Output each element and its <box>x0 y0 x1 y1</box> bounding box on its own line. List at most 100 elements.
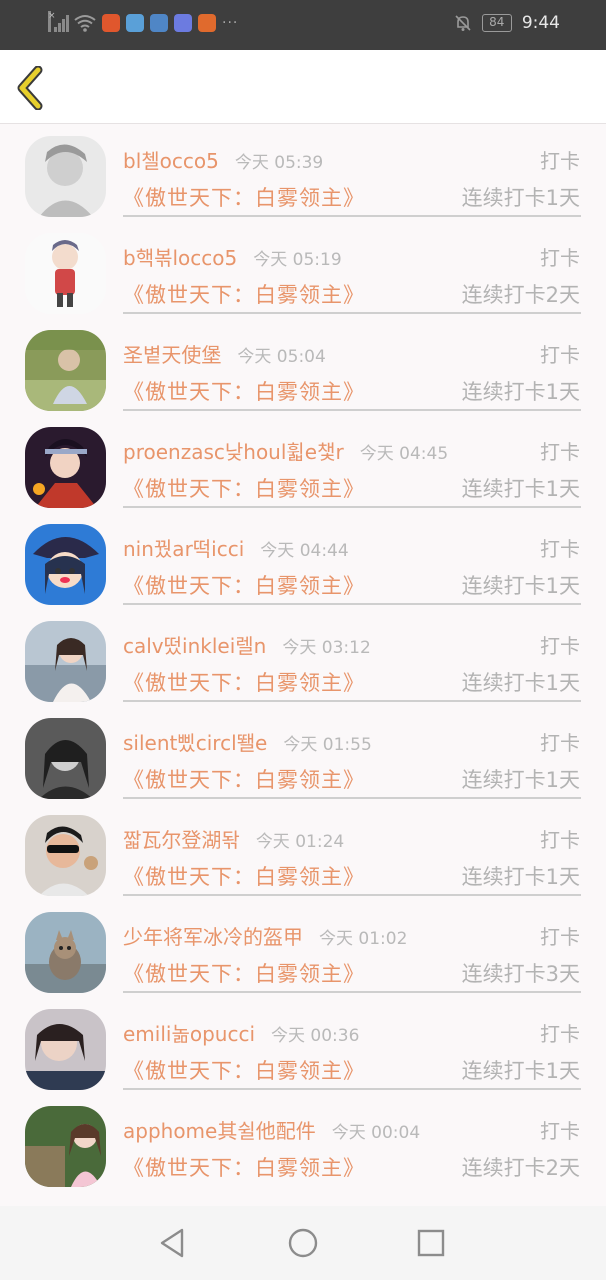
avatar[interactable] <box>25 912 106 993</box>
square-recents-icon[interactable] <box>414 1226 448 1260</box>
avatar[interactable] <box>25 1106 106 1187</box>
streak-count: 连续打卡1天 <box>461 574 580 598</box>
list-item[interactable]: apphome其쉴他配件 今天 00:04 打卡 《傲世天下：白雾领主》 连续打卡… <box>0 1095 606 1192</box>
checkin-time: 今天 04:45 <box>359 444 449 464</box>
avatar[interactable] <box>25 1009 106 1090</box>
avatar[interactable] <box>25 330 106 411</box>
triangle-back-icon[interactable] <box>156 1226 190 1260</box>
streak-count: 连续打卡2天 <box>461 283 580 307</box>
user-name: nin꿨ar떡icci 今天 04:44 <box>123 537 349 561</box>
app-notification-icon <box>174 14 192 32</box>
book-title[interactable]: 《傲世天下：白雾领主》 <box>123 473 365 503</box>
avatar[interactable] <box>25 621 106 702</box>
checkin-tag: 打卡 <box>540 925 580 949</box>
signal-icon: × <box>48 11 69 32</box>
list-item[interactable]: 짧瓦尔登湖돢 今天 01:24 打卡 《傲世天下：白雾领主》 连续打卡1天 <box>0 804 606 901</box>
app-notification-icon <box>126 14 144 32</box>
list-item[interactable]: calv떴inklei렐n 今天 03:12 打卡 《傲世天下：白雾领主》 连续打… <box>0 610 606 707</box>
user-name: apphome其쉴他配件 今天 00:04 <box>123 1119 421 1143</box>
user-name: proenzasc낮houl휣e챛r 今天 04:45 <box>123 440 449 464</box>
streak-count: 连续打卡1天 <box>461 1059 580 1083</box>
top-app-bar <box>0 50 606 124</box>
app-notification-icon <box>198 14 216 32</box>
book-title[interactable]: 《傲世天下：白雾领主》 <box>123 861 365 891</box>
avatar[interactable] <box>25 427 106 508</box>
list-item[interactable]: silent삤circl뙐e 今天 01:55 打卡 《傲世天下：白雾领主》 连续… <box>0 707 606 804</box>
list-item[interactable]: b핵볶locco5 今天 05:19 打卡 《傲世天下：白雾领主》 连续打卡2天 <box>0 222 606 319</box>
streak-count: 连续打卡2天 <box>461 1156 580 1180</box>
divider <box>123 797 581 799</box>
checkin-list: bl첼occo5 今天 05:39 打卡 《傲世天下：白雾领主》 连续打卡1天 b… <box>0 125 606 1192</box>
streak-count: 连续打卡1天 <box>461 768 580 792</box>
divider <box>123 506 581 508</box>
checkin-tag: 打卡 <box>540 343 580 367</box>
checkin-time: 今天 05:19 <box>253 250 342 270</box>
streak-count: 连续打卡1天 <box>461 380 580 404</box>
divider <box>123 894 581 896</box>
checkin-time: 今天 01:55 <box>283 735 372 755</box>
list-item[interactable]: emili놂opucci 今天 00:36 打卡 《傲世天下：白雾领主》 连续打卡… <box>0 998 606 1095</box>
checkin-time: 今天 01:02 <box>319 929 408 949</box>
checkin-tag: 打卡 <box>540 731 580 755</box>
avatar[interactable] <box>25 136 106 217</box>
streak-count: 连续打卡1天 <box>461 671 580 695</box>
book-title[interactable]: 《傲世天下：白雾领主》 <box>123 1055 365 1085</box>
list-item[interactable]: nin꿨ar떡icci 今天 04:44 打卡 《傲世天下：白雾领主》 连续打卡1… <box>0 513 606 610</box>
checkin-time: 今天 05:04 <box>237 347 326 367</box>
book-title[interactable]: 《傲世天下：白雾领主》 <box>123 667 365 697</box>
user-name: bl첼occo5 今天 05:39 <box>123 149 324 173</box>
list-item[interactable]: 圣볕天使堡 今天 05:04 打卡 《傲世天下：白雾领主》 连续打卡1天 <box>0 319 606 416</box>
checkin-tag: 打卡 <box>540 149 580 173</box>
checkin-tag: 打卡 <box>540 1119 580 1143</box>
checkin-tag: 打卡 <box>540 1022 580 1046</box>
user-name: 짧瓦尔登湖돢 今天 01:24 <box>123 828 345 852</box>
user-name: 少年将军冰冷的盔甲 今天 01:02 <box>123 925 408 949</box>
avatar[interactable] <box>25 233 106 314</box>
user-name: silent삤circl뙐e 今天 01:55 <box>123 731 372 755</box>
user-name: calv떴inklei렐n 今天 03:12 <box>123 634 371 658</box>
status-icons-left: × ··· <box>48 11 239 32</box>
more-notifications-icon: ··· <box>222 15 239 31</box>
checkin-tag: 打卡 <box>540 828 580 852</box>
avatar[interactable] <box>25 524 106 605</box>
checkin-tag: 打卡 <box>540 440 580 464</box>
checkin-time: 今天 00:36 <box>271 1026 360 1046</box>
divider <box>123 1088 581 1090</box>
mute-bell-icon <box>455 15 471 31</box>
book-title[interactable]: 《傲世天下：白雾领主》 <box>123 570 365 600</box>
checkin-time: 今天 05:39 <box>234 153 324 173</box>
chevron-left-icon[interactable] <box>14 66 48 110</box>
list-item[interactable]: proenzasc낮houl휣e챛r 今天 04:45 打卡 《傲世天下：白雾领主… <box>0 416 606 513</box>
circle-home-icon[interactable] <box>286 1226 320 1260</box>
book-title[interactable]: 《傲世天下：白雾领主》 <box>123 182 365 212</box>
battery-indicator: 84 <box>481 14 512 32</box>
divider <box>123 312 581 314</box>
book-title[interactable]: 《傲世天下：白雾领主》 <box>123 958 365 988</box>
book-title[interactable]: 《傲世天下：白雾领主》 <box>123 764 365 794</box>
streak-count: 连续打卡3天 <box>461 962 580 986</box>
clock: 9:44 <box>521 13 560 33</box>
book-title[interactable]: 《傲世天下：白雾领主》 <box>123 1152 365 1182</box>
divider <box>123 215 581 217</box>
divider <box>123 700 581 702</box>
checkin-tag: 打卡 <box>540 246 580 270</box>
avatar[interactable] <box>25 718 106 799</box>
system-nav-bar <box>0 1206 606 1280</box>
status-bar: × ··· 84 9:44 <box>0 0 606 50</box>
avatar[interactable] <box>25 815 106 896</box>
checkin-time: 今天 03:12 <box>282 638 371 658</box>
streak-count: 连续打卡1天 <box>461 186 580 210</box>
user-name: emili놂opucci 今天 00:36 <box>123 1022 360 1046</box>
streak-count: 连续打卡1天 <box>461 477 580 501</box>
checkin-time: 今天 00:04 <box>331 1123 421 1143</box>
book-title[interactable]: 《傲世天下：白雾领主》 <box>123 376 365 406</box>
list-item[interactable]: bl첼occo5 今天 05:39 打卡 《傲世天下：白雾领主》 连续打卡1天 <box>0 125 606 222</box>
app-notification-icon <box>150 14 168 32</box>
divider <box>123 991 581 993</box>
divider <box>123 409 581 411</box>
list-item[interactable]: 少年将军冰冷的盔甲 今天 01:02 打卡 《傲世天下：白雾领主》 连续打卡3天 <box>0 901 606 998</box>
checkin-tag: 打卡 <box>540 537 580 561</box>
book-title[interactable]: 《傲世天下：白雾领主》 <box>123 279 365 309</box>
app-notification-icon <box>102 14 120 32</box>
wifi-icon <box>74 15 96 32</box>
